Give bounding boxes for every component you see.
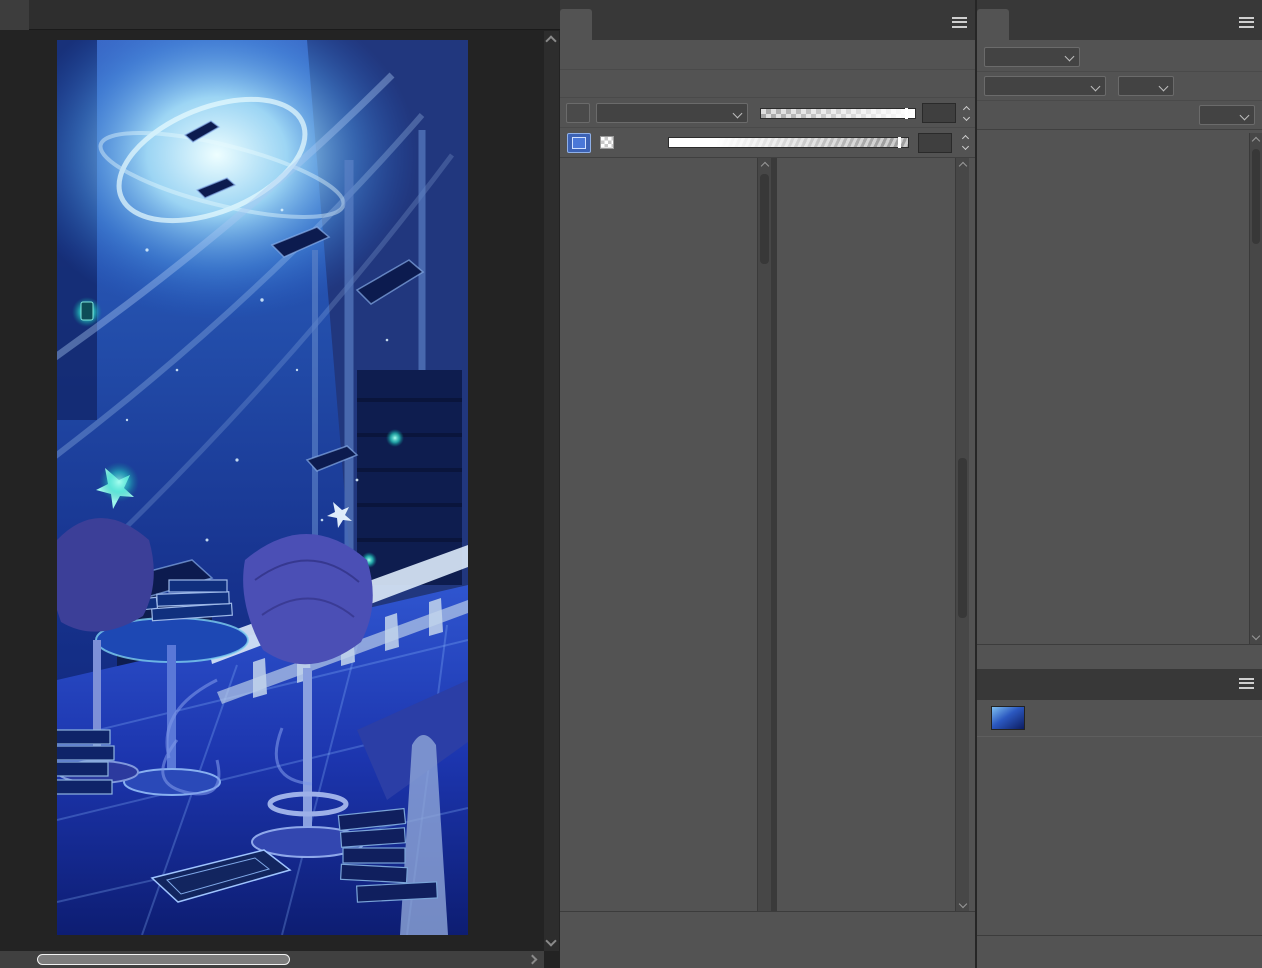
dllp-filter-row-1 (560, 42, 975, 70)
dllp-layer-columns (560, 158, 975, 912)
tab-dllp[interactable] (560, 9, 592, 40)
artwork-canvas[interactable] (57, 40, 468, 935)
panel-top-strip (560, 0, 975, 9)
canvas-horizontal-scrollbar[interactable] (0, 951, 544, 968)
layers-fill-value[interactable] (1199, 105, 1255, 125)
scroll-down-icon[interactable] (545, 935, 556, 946)
left-list-scrollbar[interactable] (757, 158, 771, 912)
blend-mode-select[interactable] (596, 103, 748, 123)
layers-panel (977, 0, 1262, 968)
scroll-up-icon[interactable] (1252, 137, 1260, 145)
layers-opacity-value[interactable] (1118, 76, 1174, 96)
dllp-tab-bar (560, 9, 975, 40)
canvas-vertical-scrollbar[interactable] (544, 31, 559, 951)
dllp-layer-list-left (560, 158, 757, 912)
chevron-down-icon (1065, 52, 1075, 62)
dllp-panel (560, 0, 975, 968)
scrollbar-thumb[interactable] (760, 174, 769, 264)
panel-menu-icon[interactable] (952, 17, 967, 28)
chevron-down-icon (1091, 81, 1101, 91)
chevron-down-icon (1240, 110, 1250, 120)
scroll-down-icon[interactable] (1252, 632, 1260, 640)
scrollbar-thumb[interactable] (37, 954, 290, 965)
opacity-stepper[interactable] (964, 107, 969, 120)
layers-blend-mode-select[interactable] (984, 76, 1106, 96)
lock-transparency-icon[interactable] (600, 136, 614, 149)
layers-footer-toolbar (977, 644, 1262, 669)
filter-kind-select[interactable] (984, 47, 1080, 67)
history-panel-body (977, 700, 1262, 935)
color-swatch-button[interactable] (567, 133, 591, 153)
scroll-down-icon[interactable] (959, 900, 967, 908)
fill-stepper[interactable] (963, 136, 968, 149)
document-tab[interactable] (0, 0, 29, 30)
fill-slider-handle[interactable] (898, 137, 901, 148)
fill-slider[interactable] (668, 137, 909, 148)
dllp-layer-list-right (777, 158, 955, 912)
scrollbar-thumb[interactable] (958, 458, 967, 618)
panel-top-strip (977, 0, 1262, 9)
document-tab-bar (0, 0, 560, 30)
canvas-area[interactable] (0, 31, 560, 968)
dllp-filter-row-2 (560, 70, 975, 98)
scrollbar-thumb[interactable] (1252, 149, 1260, 244)
history-snapshot-row[interactable] (977, 700, 1262, 737)
opacity-slider-handle[interactable] (905, 108, 908, 119)
fill-value[interactable] (918, 133, 952, 153)
opacity-value[interactable] (922, 103, 956, 123)
chevron-down-icon (1159, 81, 1169, 91)
scroll-up-icon[interactable] (761, 162, 769, 170)
scroll-right-icon[interactable] (528, 955, 538, 965)
right-list-scrollbar[interactable] (955, 158, 969, 912)
photoshop-window (0, 0, 1262, 968)
history-footer-toolbar (977, 935, 1262, 968)
layers-lock-row (977, 101, 1262, 130)
panel-menu-icon[interactable] (1239, 17, 1254, 28)
layers-filter-row (977, 42, 1262, 72)
history-tab-bar (977, 669, 1262, 700)
history-menu-icon[interactable] (1239, 678, 1254, 689)
layers-list (977, 133, 1249, 644)
dllp-footer-toolbar (560, 911, 975, 938)
layers-blend-row (977, 72, 1262, 101)
dllp-lock-row (560, 128, 975, 158)
artwork-illustration (57, 40, 468, 935)
isolate-search-button[interactable] (566, 103, 590, 123)
opacity-slider[interactable] (760, 108, 916, 119)
document-pane (0, 0, 560, 968)
dllp-footer-options (560, 938, 975, 968)
dllp-blend-row (560, 99, 975, 128)
tab-layers[interactable] (977, 9, 1009, 40)
layers-tab-bar (977, 9, 1262, 40)
scroll-up-icon[interactable] (959, 162, 967, 170)
layers-scrollbar[interactable] (1249, 133, 1262, 644)
scroll-up-icon[interactable] (545, 35, 556, 46)
chevron-down-icon (733, 108, 743, 118)
snapshot-thumbnail (991, 706, 1025, 730)
